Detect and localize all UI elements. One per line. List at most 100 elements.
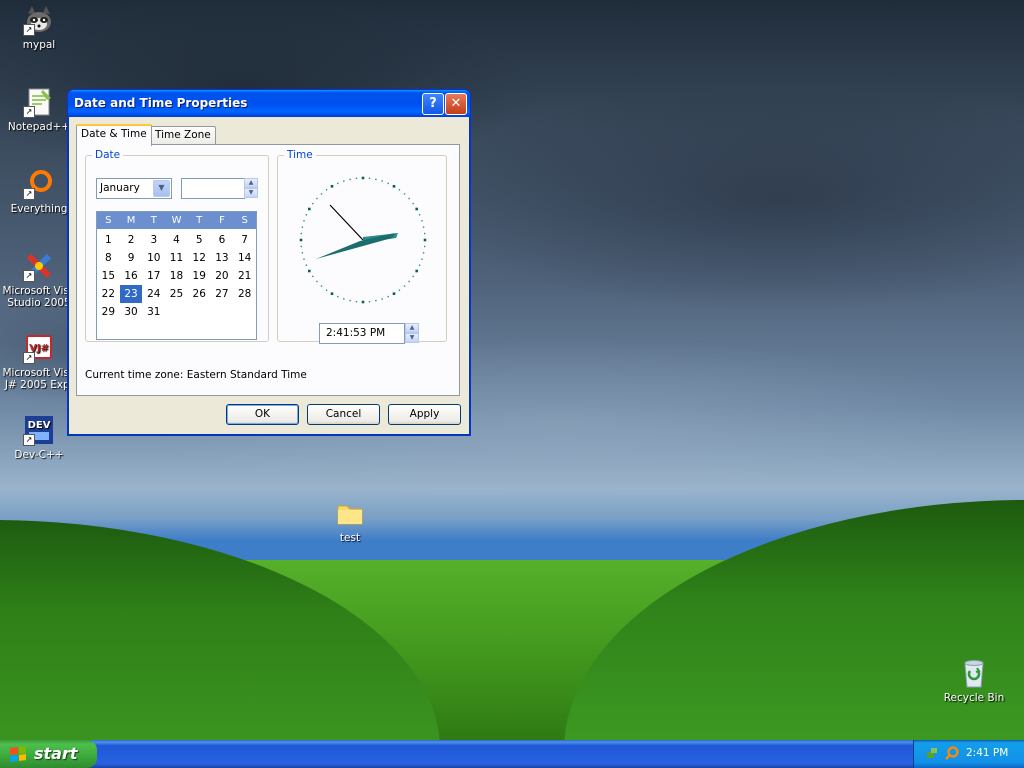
clock-minute-tick	[355, 301, 358, 303]
calendar-day[interactable]: 23	[119, 285, 143, 303]
calendar-day[interactable]: 19	[188, 267, 211, 285]
clock-minute-tick	[325, 189, 328, 191]
clock-minute-tick	[408, 197, 410, 200]
calendar-day[interactable]: 25	[165, 285, 188, 303]
date-group: Date January ▼ ▲ ▼ SMTWTFS 1 2 3 4 5 6 7 8 9 10 11…	[85, 149, 269, 342]
cancel-button[interactable]: Cancel	[307, 404, 380, 425]
shortcut-arrow-icon: ↗	[23, 434, 35, 446]
calendar-day[interactable]: 16	[120, 267, 143, 285]
tab-time-zone[interactable]: Time Zone	[150, 126, 216, 144]
network-icon[interactable]	[926, 746, 940, 760]
weekday-label: W	[171, 215, 182, 226]
calendar-day[interactable]: 30	[120, 303, 143, 321]
chevron-down-icon[interactable]: ▼	[153, 180, 170, 197]
apply-button[interactable]: Apply	[388, 404, 461, 425]
start-button[interactable]: start	[0, 740, 97, 768]
clock-hour-tick	[415, 269, 418, 273]
calendar-day[interactable]: 8	[97, 249, 120, 267]
clock-minute-tick	[349, 299, 351, 302]
clock-hour-tick	[330, 185, 334, 188]
calendar-day[interactable]: 31	[142, 303, 165, 321]
calendar-day[interactable]: 21	[233, 267, 256, 285]
taskbar-clock[interactable]: 2:41 PM	[966, 747, 1008, 759]
clock-minute-tick	[422, 252, 425, 254]
clock-hour-tick	[308, 269, 311, 273]
date-time-properties-dialog[interactable]: Date and Time Properties ? ✕ Date & Time…	[67, 89, 471, 436]
weekday-label: M	[126, 215, 136, 226]
search-icon[interactable]	[944, 745, 960, 761]
clock-minute-tick	[343, 180, 345, 182]
clock-hour-hand	[316, 233, 395, 259]
calendar-day[interactable]: 24	[142, 285, 165, 303]
spin-up-icon[interactable]: ▲	[405, 323, 419, 333]
clock-hour-tick	[361, 176, 365, 180]
calendar-day[interactable]: 18	[165, 267, 188, 285]
month-value: January	[100, 182, 140, 194]
tab-date-time[interactable]: Date & Time	[76, 124, 152, 146]
desktop-icon-recycle-bin[interactable]: Recycle Bin	[935, 657, 1013, 704]
taskbar: start 2:41 PM	[0, 740, 1024, 768]
calendar-day[interactable]: 28	[233, 285, 256, 303]
start-label: start	[34, 744, 78, 763]
date-group-label: Date	[95, 149, 121, 161]
weekday-label: T	[150, 215, 157, 226]
calendar-day[interactable]: 6	[211, 231, 234, 249]
year-field[interactable]	[181, 178, 245, 199]
time-field[interactable]: 2:41:53 PM	[319, 323, 405, 344]
month-dropdown[interactable]: January ▼	[96, 178, 172, 199]
calendar-day[interactable]: 29	[97, 303, 120, 321]
calendar-day[interactable]: 7	[233, 231, 256, 249]
desktop-icon-test-folder[interactable]: test	[311, 497, 389, 544]
windows-flag-icon	[10, 746, 26, 762]
desktop-icon-label: mypal	[22, 39, 56, 51]
time-spinner[interactable]: ▲ ▼	[405, 323, 419, 343]
weekday-label: S	[105, 215, 112, 226]
year-spinner[interactable]: ▲ ▼	[244, 178, 258, 198]
calendar-day[interactable]: 9	[120, 249, 143, 267]
dialog-titlebar[interactable]: Date and Time Properties ? ✕	[68, 90, 470, 117]
clock-minute-tick	[355, 177, 358, 179]
current-time-zone-text: Current time zone: Eastern Standard Time	[85, 369, 307, 381]
month-calendar[interactable]: SMTWTFS 1 2 3 4 5 6 7 8 9 10 11 12 13 14 15 16 17 18 19 20 2…	[96, 211, 257, 340]
calendar-day[interactable]: 17	[142, 267, 165, 285]
clock-minute-tick	[337, 295, 339, 298]
calendar-day[interactable]: 15	[97, 267, 120, 285]
spin-down-icon[interactable]: ▼	[405, 333, 419, 343]
time-value: 2:41:53 PM	[326, 327, 386, 339]
calendar-day[interactable]: 22	[97, 285, 120, 303]
clock-hour-tick	[415, 207, 418, 211]
calendar-day[interactable]: 11	[165, 249, 188, 267]
help-button[interactable]: ?	[422, 93, 444, 115]
clock-minute-tick	[412, 275, 414, 278]
spin-up-icon[interactable]: ▲	[244, 178, 258, 188]
close-button[interactable]: ✕	[445, 93, 467, 115]
calendar-day[interactable]: 14	[233, 249, 256, 267]
calendar-day[interactable]: 4	[165, 231, 188, 249]
clock-minute-tick	[398, 289, 401, 291]
ok-button[interactable]: OK	[226, 404, 299, 425]
desktop-icon-label: Dev-C++	[14, 449, 64, 461]
calendar-day[interactable]: 10	[142, 249, 165, 267]
clock-minute-tick	[387, 182, 389, 185]
dialog-title: Date and Time Properties	[74, 96, 248, 110]
clock-minute-tick	[368, 301, 371, 303]
clock-minute-tick	[418, 264, 421, 266]
calendar-day[interactable]: 12	[188, 249, 211, 267]
calendar-day[interactable]: 27	[211, 285, 234, 303]
desktop-icon-mypal[interactable]: ↗ mypal	[0, 4, 78, 51]
clock-minute-tick	[424, 245, 426, 248]
clock-second-hand	[329, 204, 364, 241]
calendar-day[interactable]: 26	[188, 285, 211, 303]
clock-minute-tick	[424, 232, 426, 235]
calendar-day[interactable]: 13	[211, 249, 234, 267]
calendar-day[interactable]: 1	[97, 231, 120, 249]
calendar-day[interactable]: 2	[120, 231, 143, 249]
clock-minute-tick	[381, 298, 383, 300]
calendar-day[interactable]: 5	[188, 231, 211, 249]
spin-down-icon[interactable]: ▼	[244, 188, 258, 198]
calendar-day[interactable]: 3	[142, 231, 165, 249]
clock-hour-tick	[392, 292, 396, 295]
calendar-day[interactable]: 20	[211, 267, 234, 285]
shortcut-arrow-icon: ↗	[23, 24, 35, 36]
clock-minute-tick	[422, 226, 425, 228]
